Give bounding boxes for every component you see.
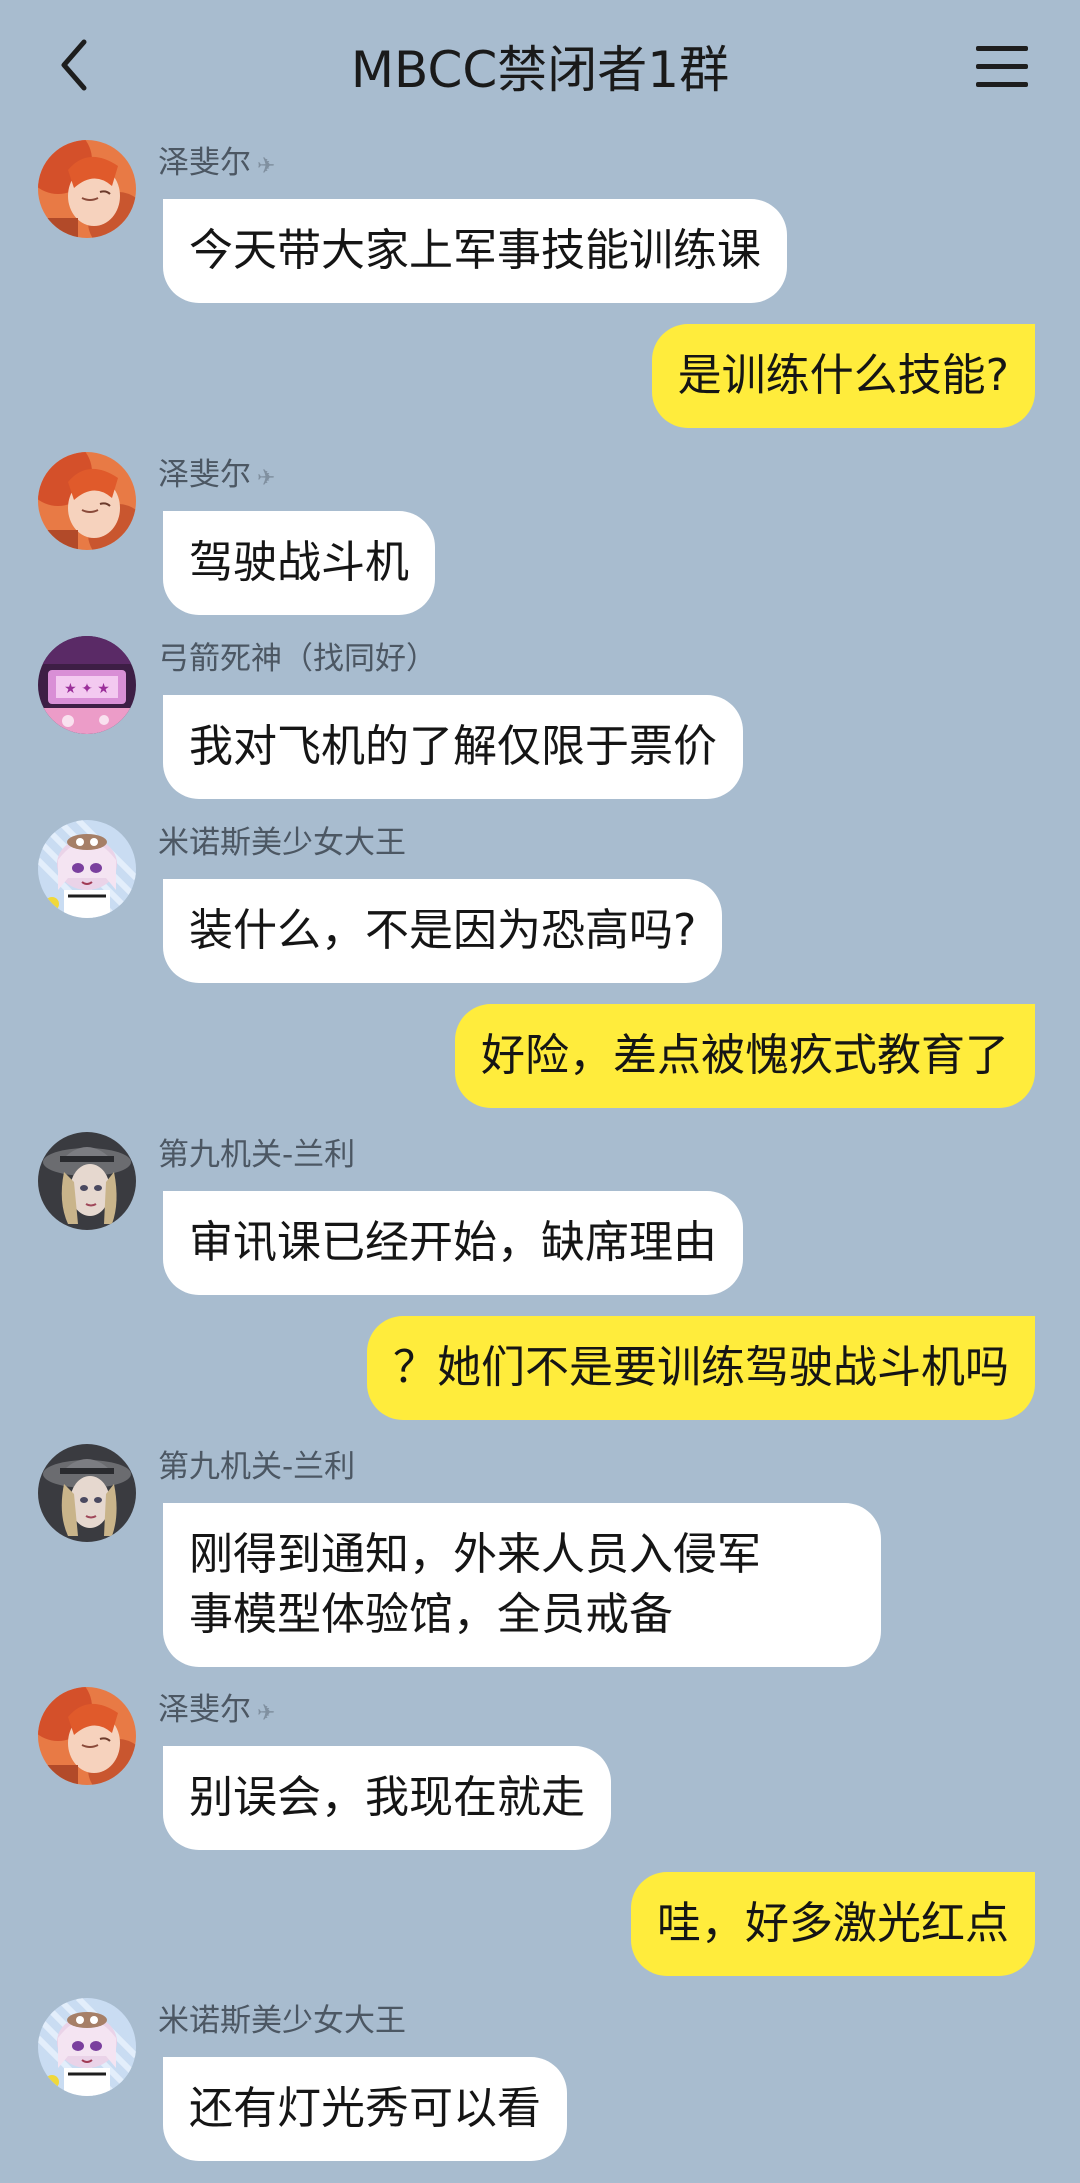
message-bubble[interactable]: 还有灯光秀可以看 [163,2057,567,2161]
chat-header: MBCC禁闭者1群 [0,0,1080,130]
sender-name: 第九机关-兰利 [158,1449,356,1485]
fighter-jet-icon: ✈ [257,1701,276,1726]
message-line: 刚得到通知，外来人员入侵军 [189,1529,761,1580]
sender-name: 泽斐尔 ✈ [158,145,276,181]
avatar[interactable] [38,1687,136,1785]
message-bubble[interactable]: 装什么，不是因为恐高吗? [163,879,723,983]
message-bubble[interactable]: 哇，好多激光红点 [631,1872,1035,1976]
sender-name: 泽斐尔 ✈ [158,457,276,493]
avatar[interactable] [38,1998,136,2096]
avatar[interactable] [38,636,136,734]
sender-name: 米诺斯美少女大王 [158,825,406,861]
message-bubble[interactable]: 刚得到通知，外来人员入侵军 事模型体验馆，全员戒备 [163,1503,881,1667]
fighter-jet-icon: ✈ [257,154,276,179]
message-bubble[interactable]: 是训练什么技能? [651,324,1035,428]
message-bubble[interactable]: 好险，差点被愧疚式教育了 [455,1004,1035,1108]
fighter-jet-icon: ✈ [257,466,276,491]
sender-name: 弓箭死神（找同好） [158,641,437,677]
hamburger-menu-icon [976,46,1028,51]
sender-name: 米诺斯美少女大王 [158,2003,406,2039]
message-bubble[interactable]: 驾驶战斗机 [163,511,435,615]
avatar[interactable] [38,452,136,550]
message-bubble[interactable]: 别误会，我现在就走 [163,1746,611,1850]
message-bubble[interactable]: ？她们不是要训练驾驶战斗机吗 [367,1316,1035,1420]
chat-title: MBCC禁闭者1群 [350,41,730,99]
sender-name: 第九机关-兰利 [158,1137,356,1173]
menu-button[interactable] [976,42,1032,92]
message-bubble[interactable]: 审讯课已经开始，缺席理由 [163,1191,743,1295]
avatar[interactable] [38,1444,136,1542]
message-line: 事模型体验馆，全员戒备 [189,1589,673,1640]
avatar[interactable] [38,140,136,238]
avatar[interactable] [38,1132,136,1230]
avatar[interactable] [38,820,136,918]
message-bubble[interactable]: 今天带大家上军事技能训练课 [163,199,787,303]
message-bubble[interactable]: 我对飞机的了解仅限于票价 [163,695,743,799]
sender-name: 泽斐尔 ✈ [158,1692,276,1728]
